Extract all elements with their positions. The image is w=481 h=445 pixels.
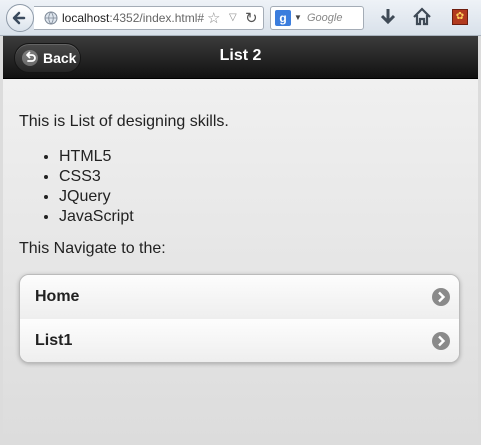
url-text: localhost:4352/index.html# [62,11,209,25]
url-path: :4352/index.html# [109,11,205,25]
intro-text: This is List of designing skills. [19,113,229,130]
browser-back-button[interactable] [6,4,34,32]
list-item-label: List1 [35,332,73,349]
bookmark-star-icon[interactable]: ☆ [207,9,220,27]
search-engine-dropdown-icon[interactable]: ▼ [294,13,302,22]
skill-item: JQuery [59,187,134,207]
search-placeholder: Google [307,12,343,24]
list-item-list1[interactable]: List1 [20,319,459,362]
reload-icon[interactable]: ↻ [245,9,258,27]
google-search-engine-icon[interactable]: g [275,10,291,26]
home-icon[interactable] [410,4,434,30]
nav-listview: Home List1 [19,274,460,363]
skill-item: CSS3 [59,167,134,187]
extension-icon[interactable]: ✿ [452,9,468,25]
arrow-right-icon [432,288,450,306]
list-item-home[interactable]: Home [20,275,459,320]
url-dropdown-icon[interactable]: ▽ [229,12,237,23]
list-item-label: Home [35,288,80,305]
globe-icon [44,11,58,25]
address-bar[interactable]: localhost:4352/index.html# ☆ ▽ ↻ [34,6,264,30]
skills-list: HTML5 CSS3 JQuery JavaScript [43,147,134,227]
url-host: localhost [62,11,110,25]
skill-item: HTML5 [59,147,134,167]
back-arrow-icon [12,11,26,25]
search-box[interactable]: g ▼ Google [270,6,364,30]
download-icon[interactable] [376,4,400,30]
page-header: Back List 2 [3,36,478,79]
navigate-text: This Navigate to the: [19,240,166,257]
page-content: This is List of designing skills. HTML5 … [3,79,478,445]
arrow-right-icon [432,332,450,350]
browser-toolbar: localhost:4352/index.html# ☆ ▽ ↻ g ▼ Goo… [0,0,481,36]
skill-item: JavaScript [59,207,134,227]
page-title: List 2 [219,47,262,64]
